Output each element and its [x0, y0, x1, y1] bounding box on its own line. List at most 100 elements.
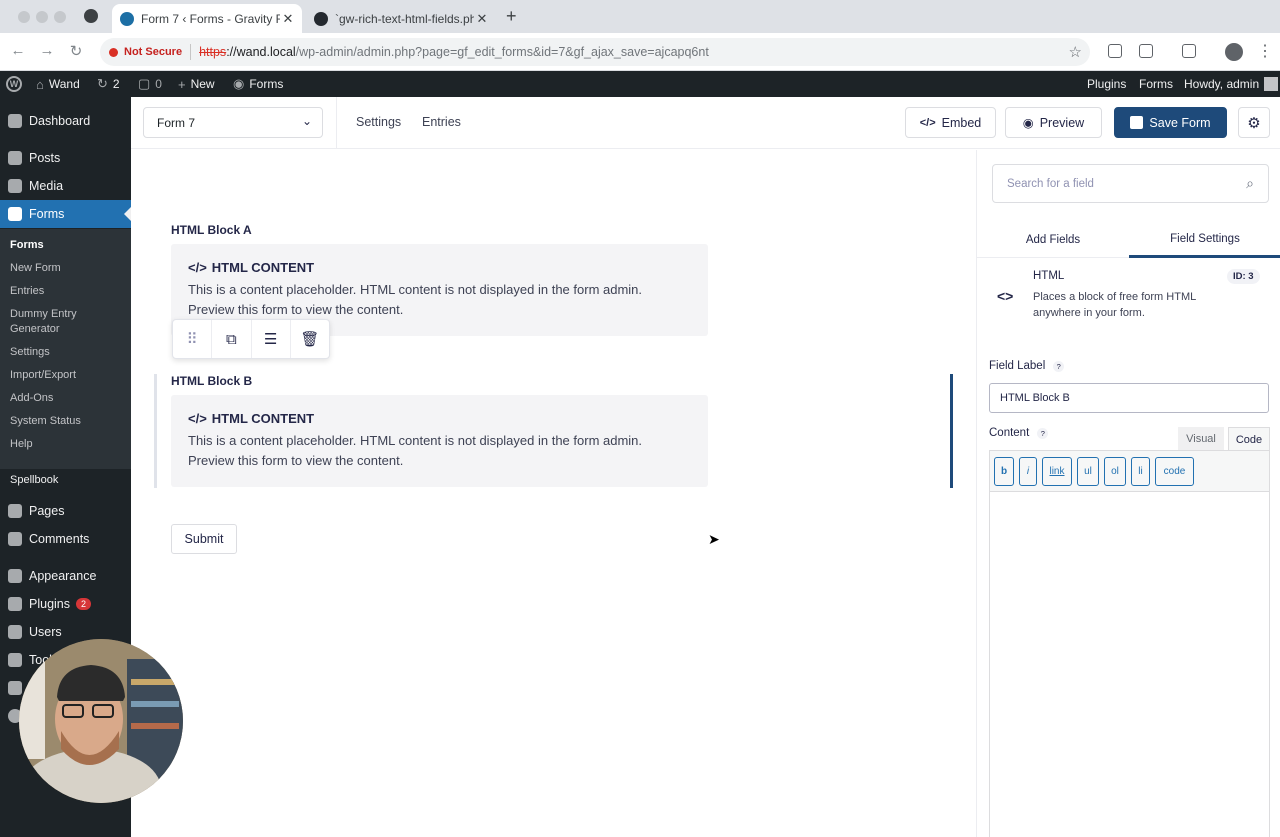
code-icon: </>	[188, 411, 207, 426]
help-icon[interactable]: ?	[1053, 360, 1065, 372]
field-label-input[interactable]: HTML Block B	[989, 383, 1269, 413]
browser-toolbar: ← → ↻ Not Secure https://wand.local/wp-a…	[0, 33, 1280, 71]
submit-button[interactable]: Submit	[171, 524, 237, 554]
new-content-link[interactable]: + New	[178, 71, 215, 97]
ul-button[interactable]: ul	[1077, 456, 1099, 486]
bookmark-star-icon[interactable]: ☆	[1069, 43, 1082, 61]
plugins-adminbar-link[interactable]: Plugins	[1087, 71, 1126, 97]
plugins-label: Plugins	[1087, 77, 1127, 91]
forms-adminbar-link[interactable]: ◉ Forms	[233, 71, 283, 97]
wp-logo-menu[interactable]: W	[6, 71, 22, 97]
avatar	[1264, 77, 1279, 91]
updates-link[interactable]: ↻ 2	[97, 71, 120, 97]
sidebar-item-dashboard[interactable]: Dashboard	[0, 107, 131, 135]
profile-avatar[interactable]	[1225, 43, 1243, 61]
github-favicon-icon	[314, 11, 328, 26]
wrench-icon	[8, 653, 22, 667]
submenu-add-ons[interactable]: Add-Ons	[10, 391, 53, 406]
code-editor-tab[interactable]: Code	[1228, 427, 1270, 451]
reload-icon[interactable]: ↻	[66, 42, 86, 60]
window-zoom-button[interactable]	[54, 11, 66, 23]
html-block-b-label: HTML Block B	[171, 374, 253, 388]
security-indicator[interactable]: Not Secure	[109, 46, 182, 58]
sidebar-item-media[interactable]: Media	[0, 172, 131, 200]
field-sidebar-panel: Search for a field ⌕ Add Fields Field Se…	[976, 150, 1280, 837]
sidebar-item-posts[interactable]: Posts	[0, 144, 131, 172]
sidebar-item-comments[interactable]: Comments	[0, 525, 131, 553]
address-bar[interactable]: Not Secure https://wand.local/wp-admin/a…	[100, 38, 1090, 66]
submenu-new-form[interactable]: New Form	[10, 261, 61, 276]
my-account-link[interactable]: Howdy, admin	[1184, 71, 1279, 97]
embed-button[interactable]: </> Embed	[905, 107, 996, 138]
sidebar-item-spellbook[interactable]: Spellbook	[10, 473, 58, 488]
field-type-description: Places a block of free form HTML anywher…	[1033, 291, 1196, 319]
ol-button[interactable]: ol	[1104, 456, 1126, 486]
visual-editor-tab[interactable]: Visual	[1178, 427, 1224, 451]
settings-icon	[8, 681, 22, 695]
cast-icon[interactable]	[1182, 44, 1196, 58]
code-button[interactable]: code	[1155, 456, 1194, 486]
tab-add-fields[interactable]: Add Fields	[977, 222, 1129, 258]
site-name-link[interactable]: ⌂ Wand	[36, 71, 80, 97]
pin-icon	[8, 151, 22, 165]
content-editor[interactable]: b i link ul ol li code	[989, 450, 1270, 837]
editor-settings-button[interactable]: ⚙	[1238, 107, 1270, 138]
pages-icon	[8, 504, 22, 518]
submenu-dummy-entry-generator[interactable]: Dummy Entry Generator	[10, 307, 100, 337]
wordpress-tab-icon[interactable]	[84, 9, 98, 23]
extensions-icon[interactable]	[1139, 44, 1153, 58]
submenu-entries[interactable]: Entries	[10, 284, 44, 299]
plugin-icon	[8, 597, 22, 611]
sidebar-item-pages[interactable]: Pages	[0, 497, 131, 525]
howdy-label: Howdy, admin	[1184, 77, 1260, 91]
submenu-system-status[interactable]: System Status	[10, 414, 81, 429]
entries-link[interactable]: Entries	[422, 115, 461, 129]
drag-handle-icon[interactable]: ⠿	[173, 320, 213, 358]
tab-close-icon[interactable]: ✕	[474, 11, 490, 27]
bold-button[interactable]: b	[994, 456, 1014, 486]
preview-button[interactable]: ◉ Preview	[1005, 107, 1102, 138]
window-close-button[interactable]	[18, 11, 30, 23]
screen-capture-icon[interactable]	[1108, 44, 1122, 58]
window-minimize-button[interactable]	[36, 11, 48, 23]
submenu-help[interactable]: Help	[10, 437, 33, 452]
submenu-forms[interactable]: Forms	[10, 238, 44, 253]
html-content-heading: HTML CONTENT	[211, 411, 315, 426]
comments-count: 0	[155, 77, 162, 91]
menu-label: Appearance	[29, 569, 97, 583]
tab-field-settings[interactable]: Field Settings	[1129, 222, 1280, 258]
back-icon[interactable]: ←	[8, 42, 28, 59]
tab-close-icon[interactable]: ✕	[280, 11, 296, 27]
new-tab-icon[interactable]: +	[506, 6, 517, 27]
browser-menu-icon[interactable]: ⋮	[1257, 41, 1273, 61]
menu-label: Plugins	[29, 597, 70, 611]
submenu-settings[interactable]: Settings	[10, 345, 50, 360]
sidebar-item-forms[interactable]: Forms	[0, 200, 132, 228]
submenu-import-export[interactable]: Import/Export	[10, 368, 76, 383]
help-icon[interactable]: ?	[1037, 427, 1049, 439]
comments-link[interactable]: ▢ 0	[138, 71, 162, 97]
field-settings-icon[interactable]: ☰	[252, 320, 291, 358]
html-block-b[interactable]: </> HTML CONTENT This is a content placeh…	[171, 395, 708, 487]
save-form-button[interactable]: Save Form	[1114, 107, 1227, 138]
trash-icon[interactable]: 🗑	[291, 320, 329, 358]
users-icon	[8, 625, 22, 639]
duplicate-icon[interactable]: ⧉	[212, 320, 252, 358]
link-button[interactable]: link	[1042, 456, 1072, 486]
italic-button[interactable]: i	[1019, 456, 1037, 486]
settings-link[interactable]: Settings	[356, 115, 401, 129]
browser-tab-github[interactable]: `gw-rich-text-html-fields.php ✕	[306, 4, 496, 33]
li-button[interactable]: li	[1131, 456, 1150, 486]
menu-label: Posts	[29, 151, 61, 165]
sidebar-item-appearance[interactable]: Appearance	[0, 562, 131, 590]
menu-label: Dashboard	[29, 114, 91, 128]
browser-tab-form7[interactable]: Form 7 ‹ Forms - Gravity Forms ✕	[112, 4, 302, 33]
field-search-input[interactable]: Search for a field ⌕	[992, 164, 1269, 203]
menu-label: Comments	[29, 532, 90, 546]
form-switcher-select[interactable]: Form 7 ⌄	[143, 107, 323, 138]
forms-right-link[interactable]: Forms	[1139, 71, 1173, 97]
comments-icon	[8, 532, 22, 546]
brush-icon	[8, 569, 22, 583]
sidebar-item-plugins[interactable]: Plugins 2	[0, 590, 131, 618]
forward-icon[interactable]: →	[37, 42, 57, 59]
